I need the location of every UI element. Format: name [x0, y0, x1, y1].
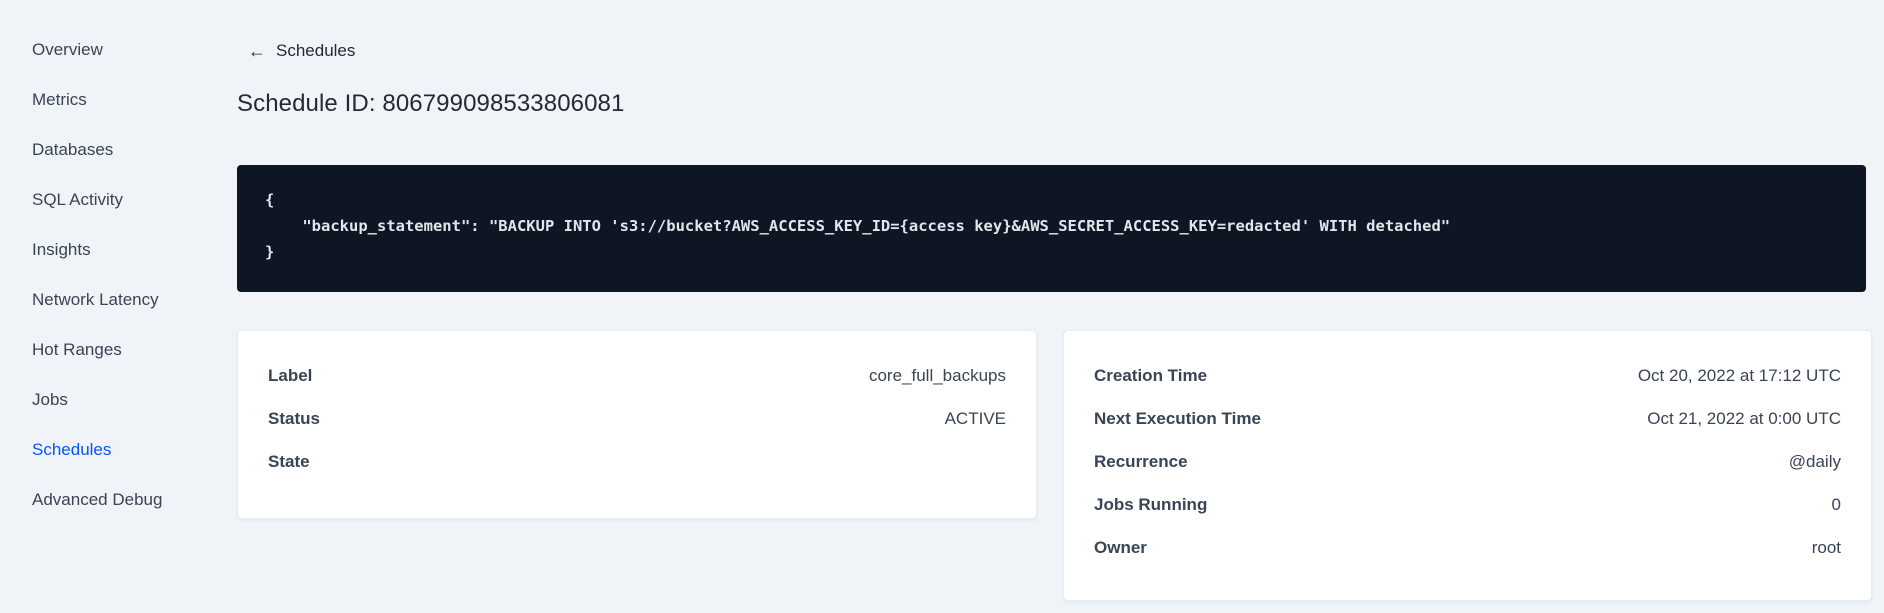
- row-value: Oct 20, 2022 at 17:12 UTC: [1637, 365, 1841, 385]
- row-label: Status: [268, 408, 320, 428]
- sidebar-item-overview[interactable]: Overview: [0, 30, 200, 80]
- back-arrow-icon: ←: [248, 41, 266, 61]
- backup-statement-code-block: { "backup_statement": "BACKUP INTO 's3:/…: [237, 165, 1866, 292]
- code-line: "backup_statement": "BACKUP INTO 's3://b…: [265, 217, 1451, 235]
- table-row: Owner root: [1094, 526, 1841, 569]
- row-value: ACTIVE: [944, 408, 1006, 428]
- row-label: Label: [268, 365, 313, 385]
- table-row: Next Execution Time Oct 21, 2022 at 0:00…: [1094, 397, 1841, 440]
- sidebar-item-network-latency[interactable]: Network Latency: [0, 280, 200, 330]
- row-label: Creation Time: [1094, 365, 1208, 385]
- row-value: core_full_backups: [868, 365, 1006, 385]
- row-label: Next Execution Time: [1094, 408, 1261, 428]
- row-label: State: [268, 451, 310, 471]
- row-value: 0: [1831, 494, 1841, 514]
- sidebar-item-jobs[interactable]: Jobs: [0, 380, 200, 430]
- table-row: Jobs Running 0: [1094, 483, 1841, 526]
- back-to-schedules-link[interactable]: ← Schedules: [248, 41, 355, 61]
- row-value: root: [1811, 537, 1841, 557]
- schedule-timing-card: Creation Time Oct 20, 2022 at 17:12 UTC …: [1063, 330, 1872, 601]
- row-label: Owner: [1094, 537, 1147, 557]
- schedule-details-card: Label core_full_backups Status ACTIVE St…: [237, 330, 1037, 519]
- sidebar-item-sql-activity[interactable]: SQL Activity: [0, 180, 200, 230]
- main-content: ← Schedules Schedule ID: 806799098533806…: [237, 0, 1872, 613]
- row-value: @daily: [1788, 451, 1841, 471]
- table-row: Label core_full_backups: [268, 354, 1006, 397]
- row-label: Recurrence: [1094, 451, 1188, 471]
- sidebar: Overview Metrics Databases SQL Activity …: [0, 30, 200, 530]
- page-title: Schedule ID: 806799098533806081: [237, 90, 625, 117]
- sidebar-item-insights[interactable]: Insights: [0, 230, 200, 280]
- sidebar-item-schedules[interactable]: Schedules: [0, 430, 200, 480]
- table-row: Status ACTIVE: [268, 397, 1006, 440]
- breadcrumb-label: Schedules: [276, 41, 356, 60]
- code-line: {: [265, 191, 275, 209]
- table-row: Recurrence @daily: [1094, 440, 1841, 483]
- row-value: Oct 21, 2022 at 0:00 UTC: [1647, 408, 1841, 428]
- sidebar-item-metrics[interactable]: Metrics: [0, 80, 200, 130]
- sidebar-item-databases[interactable]: Databases: [0, 130, 200, 180]
- code-line: }: [265, 243, 275, 261]
- sidebar-item-advanced-debug[interactable]: Advanced Debug: [0, 480, 200, 530]
- row-label: Jobs Running: [1094, 494, 1208, 514]
- table-row: Creation Time Oct 20, 2022 at 17:12 UTC: [1094, 354, 1841, 397]
- table-row: State: [268, 440, 1006, 483]
- sidebar-item-hot-ranges[interactable]: Hot Ranges: [0, 330, 200, 380]
